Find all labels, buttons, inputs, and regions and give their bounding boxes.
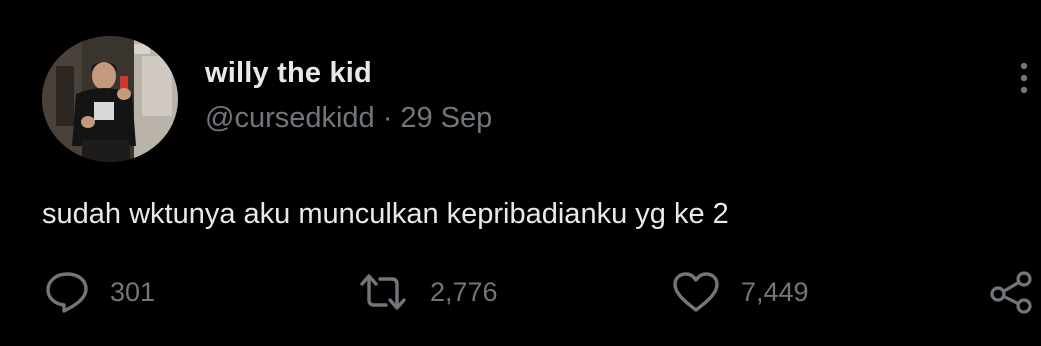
- tweet-text: sudah wktunya aku munculkan kepribadiank…: [42, 198, 729, 230]
- tweet-card: willy the kid @cursedkidd · 29 Sep sudah w…: [0, 0, 1041, 346]
- tweet-date[interactable]: 29 Sep: [400, 102, 492, 134]
- like-count: 7,449: [741, 276, 809, 307]
- more-vertical-icon: [1020, 62, 1028, 94]
- retweet-button[interactable]: 2,776: [356, 270, 498, 314]
- retweet-count: 2,776: [430, 276, 498, 307]
- heart-icon: [673, 272, 719, 312]
- reply-icon: [46, 272, 88, 313]
- share-icon: [990, 271, 1032, 314]
- meta-separator: ·: [382, 102, 393, 134]
- display-name[interactable]: willy the kid: [205, 57, 372, 90]
- avatar-image: [42, 36, 178, 162]
- share-button[interactable]: [988, 270, 1036, 314]
- more-options-button[interactable]: [1014, 58, 1034, 98]
- handle[interactable]: @cursedkidd: [205, 102, 375, 134]
- reply-button[interactable]: 301: [44, 270, 155, 314]
- like-button[interactable]: 7,449: [671, 270, 809, 314]
- avatar[interactable]: [42, 36, 178, 162]
- reply-count: 301: [110, 276, 156, 307]
- tweet-meta: @cursedkidd · 29 Sep: [205, 102, 492, 135]
- retweet-icon: [360, 274, 406, 310]
